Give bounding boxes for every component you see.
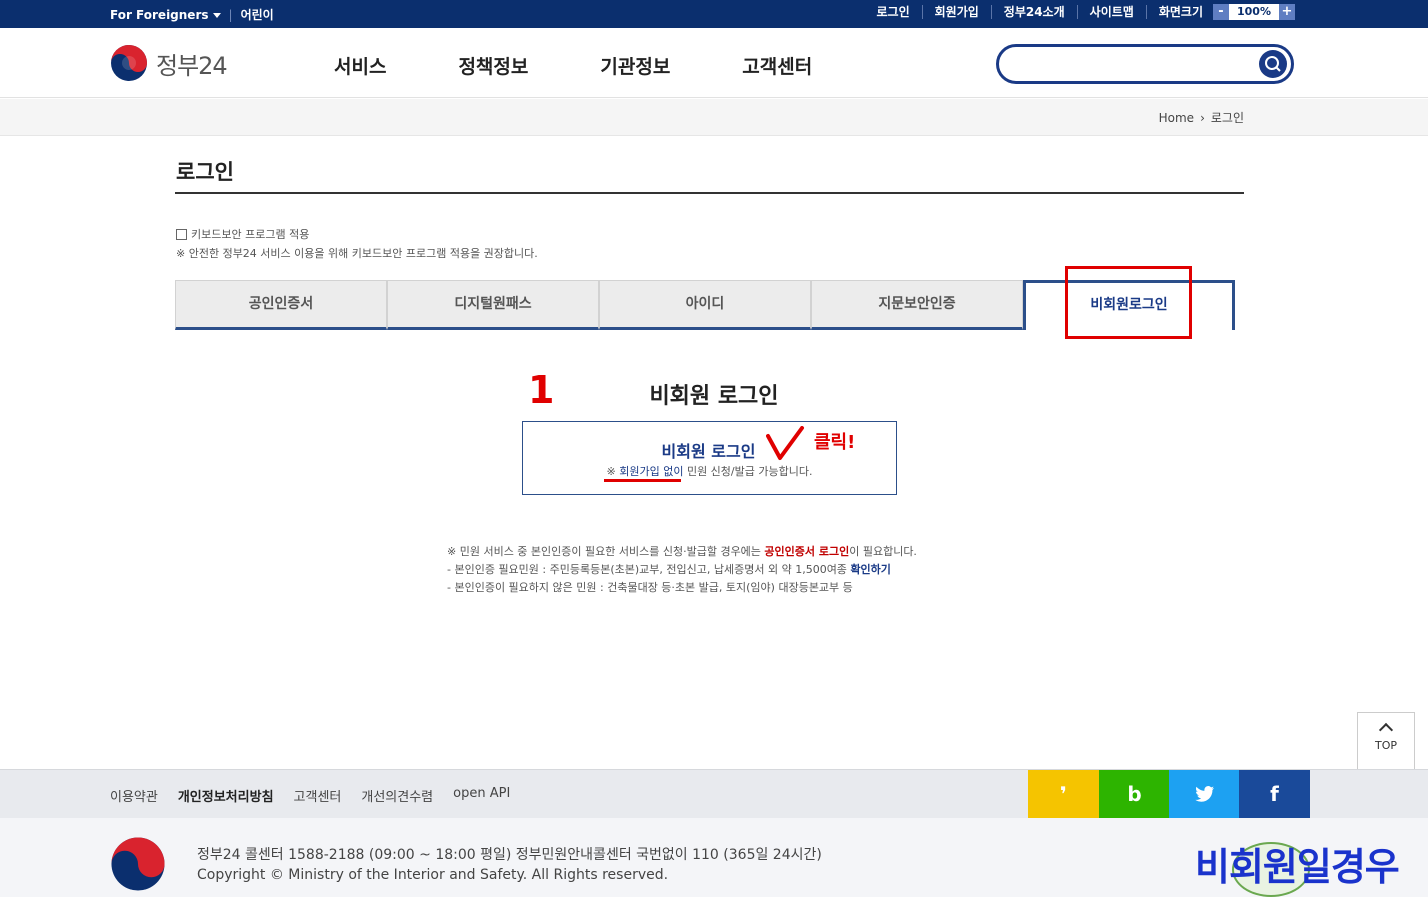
- twitter-icon[interactable]: [1169, 770, 1240, 818]
- nav-agency[interactable]: 기관정보: [600, 52, 670, 79]
- title-divider: [175, 192, 1244, 194]
- highlight-box: [1065, 266, 1192, 339]
- footer-links-bar: 이용약관 개인정보처리방침 고객센터 개선의견수렴 open API ❜ b f: [0, 769, 1428, 818]
- signup-link[interactable]: 회원가입: [923, 5, 992, 19]
- chevron-right-icon: ›: [1200, 110, 1205, 125]
- taegeuk-logo-icon: [111, 45, 147, 81]
- info-cert-login: 공인인증서 로그인: [764, 545, 850, 558]
- info-line-1-b: 이 필요합니다.: [849, 545, 917, 558]
- page-title: 로그인: [176, 160, 234, 184]
- for-foreigners-link[interactable]: For Foreigners: [110, 8, 221, 22]
- tab-certificate[interactable]: 공인인증서: [175, 280, 387, 330]
- note-rest: 민원 신청/발급 가능합니다.: [683, 465, 813, 478]
- zoom-control: - 100% +: [1213, 4, 1295, 20]
- note-highlight: 회원가입 없이: [619, 465, 684, 478]
- note-mark: ※: [606, 465, 620, 478]
- info-check-link[interactable]: 확인하기: [850, 563, 890, 576]
- breadcrumb-home[interactable]: Home: [1159, 111, 1194, 125]
- info-line-1: ※ 민원 서비스 중 본인인증이 필요한 서비스를 신청·발급할 경우에는 공인…: [447, 543, 917, 561]
- keyboard-security-checkbox[interactable]: [176, 228, 187, 240]
- checkmark-icon: [766, 426, 804, 460]
- info-line-2-a: - 본인인증 필요민원 : 주민등록등본(초본)교부, 전입신고, 납세증명서 …: [447, 563, 851, 576]
- overlay-caption: 비회원일경우: [1195, 845, 1400, 889]
- main-nav: 서비스 정책정보 기관정보 고객센터: [334, 52, 812, 79]
- login-link[interactable]: 로그인: [864, 5, 923, 19]
- zoom-value: 100%: [1229, 4, 1279, 20]
- nav-service[interactable]: 서비스: [334, 52, 386, 79]
- info-notes: ※ 민원 서비스 중 본인인증이 필요한 서비스를 신청·발급할 경우에는 공인…: [447, 543, 917, 597]
- caret-down-icon: [212, 12, 221, 18]
- breadcrumb-band: Home › 로그인: [0, 99, 1428, 136]
- tab-digital-onepass[interactable]: 디지털원패스: [387, 280, 599, 330]
- kids-link[interactable]: 어린이: [241, 6, 274, 23]
- info-line-1-a: ※ 민원 서비스 중 본인인증이 필요한 서비스를 신청·발급할 경우에는: [447, 545, 765, 558]
- facebook-icon[interactable]: f: [1239, 770, 1310, 818]
- footer-customer[interactable]: 고객센터: [294, 786, 342, 805]
- guest-section-title: 비회원 로그인: [649, 384, 779, 409]
- info-line-2: - 본인인증 필요민원 : 주민등록등본(초본)교부, 전입신고, 납세증명서 …: [447, 561, 917, 579]
- site-header: 정부24 서비스 정책정보 기관정보 고객센터: [0, 28, 1428, 98]
- zoom-in-button[interactable]: +: [1279, 4, 1295, 20]
- kakaostory-icon[interactable]: ❜: [1028, 770, 1099, 818]
- keyboard-security-option[interactable]: 키보드보안 프로그램 적용: [176, 226, 309, 242]
- search-input[interactable]: [996, 44, 1294, 84]
- keyboard-security-label: 키보드보안 프로그램 적용: [191, 228, 310, 241]
- band-icon[interactable]: b: [1099, 770, 1170, 818]
- scroll-top-label: TOP: [1374, 739, 1397, 752]
- logo-text: 정부24: [156, 51, 228, 80]
- about-link[interactable]: 정부24소개: [992, 5, 1078, 19]
- click-annotation: 클릭!: [814, 432, 856, 453]
- scroll-top-button[interactable]: TOP: [1357, 712, 1415, 770]
- footer-terms[interactable]: 이용약관: [110, 786, 158, 805]
- zoom-label: 화면크기: [1158, 5, 1203, 19]
- nav-customer[interactable]: 고객센터: [742, 52, 812, 79]
- guest-login-note: ※ 회원가입 없이 민원 신청/발급 가능합니다.: [523, 463, 896, 479]
- search-button[interactable]: [1259, 50, 1287, 78]
- keyboard-security-note: ※ 안전한 정부24 서비스 이용을 위해 키보드보안 프로그램 적용을 권장합…: [176, 247, 538, 260]
- footer-feedback[interactable]: 개선의견수렴: [361, 786, 433, 805]
- nav-policy[interactable]: 정책정보: [458, 52, 528, 79]
- breadcrumb-current: 로그인: [1210, 111, 1244, 125]
- footer-privacy[interactable]: 개인정보처리방침: [178, 786, 274, 805]
- twitter-bird-icon: [1194, 786, 1214, 802]
- sitemap-link[interactable]: 사이트맵: [1078, 5, 1147, 19]
- tab-id[interactable]: 아이디: [599, 280, 811, 330]
- footer-callcenter: 정부24 콜센터 1588-2188 (09:00 ~ 18:00 평일) 정부…: [197, 847, 822, 863]
- red-underline-mark: [604, 479, 681, 482]
- footer-copyright: Copyright © Ministry of the Interior and…: [197, 867, 669, 883]
- footer-logo-icon: [111, 837, 165, 891]
- chevron-up-icon: [1378, 722, 1394, 738]
- footer-openapi[interactable]: open API: [453, 786, 510, 805]
- search-icon: [1265, 56, 1281, 72]
- breadcrumb: Home › 로그인: [1159, 109, 1244, 126]
- for-foreigners-label: For Foreigners: [110, 7, 209, 22]
- site-logo[interactable]: 정부24: [110, 44, 228, 82]
- utility-bar: For Foreigners | 어린이 로그인 회원가입 정부24소개 사이트…: [0, 0, 1428, 28]
- info-line-3: - 본인인증이 필요하지 않은 민원 : 건축물대장 등·초본 발급, 토지(임…: [447, 581, 853, 594]
- zoom-out-button[interactable]: -: [1213, 4, 1229, 20]
- divider: |: [228, 7, 233, 22]
- tab-fingerprint[interactable]: 지문보안인증: [811, 280, 1023, 330]
